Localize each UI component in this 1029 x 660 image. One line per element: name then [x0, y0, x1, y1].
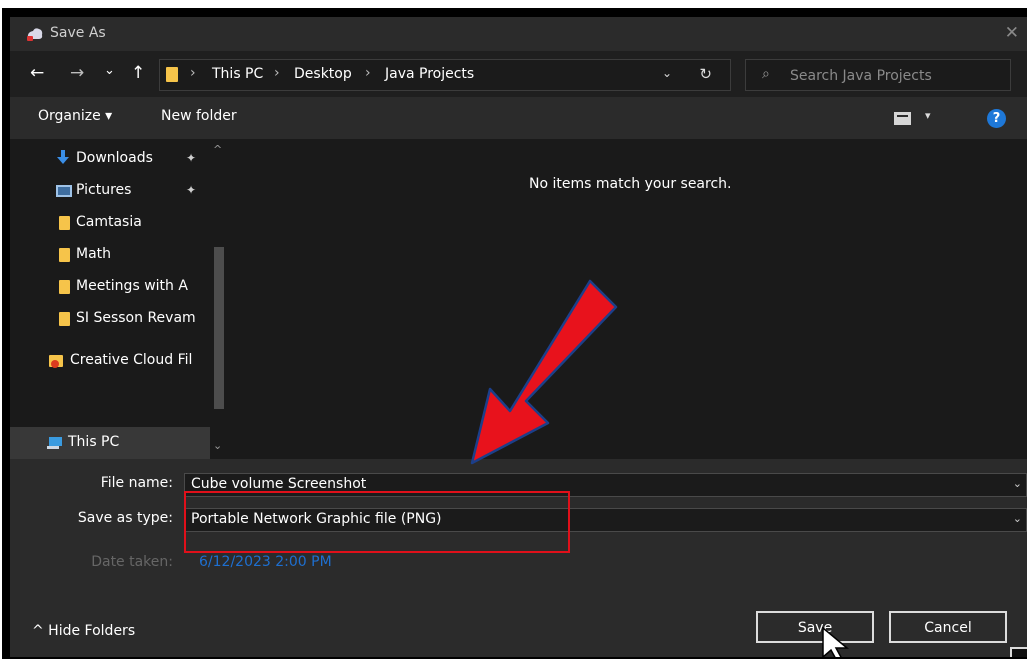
pin-icon: ✦ — [186, 151, 197, 165]
folder-icon — [59, 248, 70, 262]
pin-icon: ✦ — [186, 183, 197, 197]
command-toolbar: Organize ▾ New folder ▾ ? — [10, 97, 1027, 139]
sidebar-item-pictures[interactable]: Pictures ✦ — [10, 175, 210, 207]
file-name-label: File name: — [100, 475, 173, 491]
back-icon[interactable]: ← — [30, 63, 44, 83]
sidebar-item-meetings[interactable]: Meetings with A — [10, 271, 210, 303]
scroll-down-icon[interactable]: ⌄ — [213, 439, 222, 452]
sidebar-item-label: SI Sesson Revam — [76, 310, 196, 326]
breadcrumb-separator: › — [365, 65, 371, 81]
date-taken-label: Date taken: — [91, 554, 173, 570]
resize-grip-icon[interactable] — [1010, 647, 1027, 657]
file-name-value: Cube volume Screenshot — [191, 476, 367, 492]
save-type-label: Save as type: — [77, 510, 173, 526]
sidebar-item-si-session[interactable]: SI Sesson Revam — [10, 303, 210, 335]
save-button[interactable]: Save — [756, 611, 874, 643]
view-dropdown-icon[interactable]: ▾ — [925, 109, 931, 122]
sidebar-item-creative-cloud[interactable]: Creative Cloud Fil — [10, 345, 210, 377]
save-as-dialog: Save As ✕ ← → ⌄ ↑ › This PC › Desktop › … — [10, 17, 1027, 657]
annotation-arrow-icon — [470, 279, 618, 465]
sidebar-item-label: Downloads — [76, 150, 153, 166]
sidebar-item-camtasia[interactable]: Camtasia — [10, 207, 210, 239]
sidebar-scrollbar[interactable]: ^ ⌄ — [210, 139, 226, 459]
downloads-icon — [57, 150, 69, 164]
sidebar-item-label: This PC — [68, 434, 120, 450]
chevron-down-icon[interactable]: ⌄ — [1013, 477, 1022, 490]
title-bar: Save As ✕ — [10, 17, 1027, 51]
date-taken-value[interactable]: 6/12/2023 2:00 PM — [199, 554, 332, 570]
search-input[interactable] — [788, 64, 1002, 88]
close-icon[interactable]: ✕ — [1005, 23, 1019, 43]
breadcrumb-separator: › — [274, 65, 280, 81]
address-bar[interactable]: › This PC › Desktop › Java Projects ⌄ ↻ — [159, 59, 731, 91]
window-title: Save As — [50, 25, 106, 41]
sidebar-item-downloads[interactable]: Downloads ✦ — [10, 143, 210, 175]
navigation-bar: ← → ⌄ ↑ › This PC › Desktop › Java Proje… — [10, 51, 1027, 97]
folder-icon — [59, 280, 70, 294]
search-box[interactable]: ⌕ — [745, 59, 1011, 91]
up-icon[interactable]: ↑ — [131, 63, 145, 83]
scroll-up-icon[interactable]: ^ — [213, 143, 222, 156]
hide-folders-toggle[interactable]: ^ Hide Folders — [32, 623, 135, 639]
view-options-icon[interactable] — [894, 112, 911, 125]
save-form-panel: File name: Cube volume Screenshot ⌄ Save… — [10, 459, 1027, 657]
sidebar-item-label: Math — [76, 246, 112, 262]
sidebar-item-label: Creative Cloud Fil — [70, 352, 193, 368]
empty-results-message: No items match your search. — [529, 176, 732, 192]
help-icon[interactable]: ? — [987, 109, 1006, 128]
sidebar-item-label: Meetings with A — [76, 278, 188, 294]
scrollbar-thumb[interactable] — [214, 247, 224, 409]
sidebar-item-label: Pictures — [76, 182, 132, 198]
app-icon — [27, 28, 43, 41]
refresh-icon[interactable]: ↻ — [699, 65, 712, 83]
this-pc-icon — [47, 437, 62, 449]
breadcrumb-desktop[interactable]: Desktop — [294, 66, 352, 82]
mouse-cursor-icon — [822, 627, 850, 657]
breadcrumb-this-pc[interactable]: This PC — [212, 66, 263, 82]
folder-icon — [59, 216, 70, 230]
breadcrumb-separator: › — [190, 65, 196, 81]
chevron-down-icon[interactable]: ⌄ — [1013, 512, 1022, 525]
cancel-button[interactable]: Cancel — [889, 611, 1007, 643]
sidebar-item-this-pc[interactable]: This PC — [10, 427, 210, 459]
organize-button[interactable]: Organize ▾ — [38, 108, 112, 124]
navigation-pane: Downloads ✦ Pictures ✦ Camtasia Math Mee… — [10, 139, 226, 459]
address-dropdown-icon[interactable]: ⌄ — [662, 66, 672, 80]
pictures-icon — [56, 185, 72, 197]
recent-locations-icon[interactable]: ⌄ — [104, 61, 115, 81]
sidebar-item-math[interactable]: Math — [10, 239, 210, 271]
sidebar-item-label: Camtasia — [76, 214, 142, 230]
breadcrumb-java-projects[interactable]: Java Projects — [385, 66, 474, 82]
folder-icon — [166, 67, 178, 82]
folder-icon — [59, 312, 70, 326]
forward-icon[interactable]: → — [70, 63, 84, 83]
new-folder-button[interactable]: New folder — [161, 108, 237, 124]
annotation-highlight-box — [184, 491, 570, 553]
creative-cloud-icon — [49, 355, 63, 368]
search-icon: ⌕ — [762, 66, 770, 82]
